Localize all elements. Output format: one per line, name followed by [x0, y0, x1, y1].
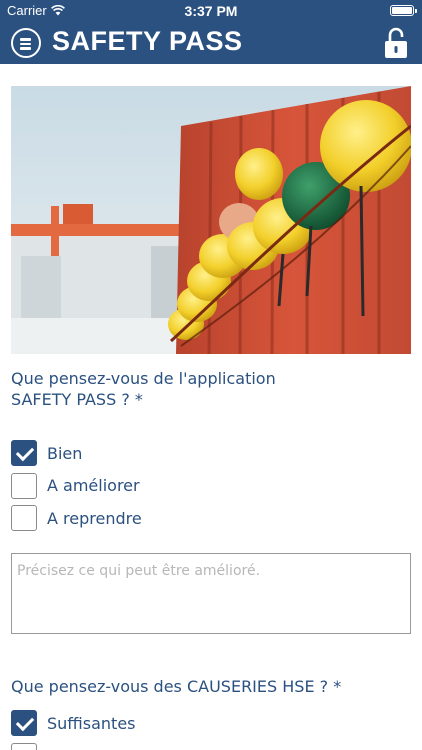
checkbox-icon[interactable] [11, 472, 37, 499]
checkbox-checked-icon[interactable] [11, 440, 37, 466]
unlock-icon[interactable] [384, 27, 408, 59]
option-label: A améliorer [47, 476, 140, 495]
question-causeries-hse: Que pensez-vous des CAUSERIES HSE ? * [11, 677, 342, 696]
clock: 3:37 PM [184, 3, 238, 19]
option-label: Suffisantes [47, 713, 136, 733]
battery-icon [390, 5, 417, 16]
menu-button[interactable] [11, 28, 41, 58]
option-a-ameliorer[interactable]: A améliorer [11, 472, 142, 499]
hero-image [11, 86, 411, 354]
checkbox-checked-icon[interactable] [11, 710, 37, 736]
improvement-comment-field[interactable] [11, 553, 411, 634]
causeries-options: Suffisantes [11, 710, 136, 750]
option-second[interactable] [11, 742, 136, 750]
header-bar: Carrier 3:37 PM SAFETY PASS [0, 0, 422, 64]
option-suffisantes[interactable]: Suffisantes [11, 710, 136, 736]
checkbox-icon[interactable] [11, 505, 37, 531]
option-label: A reprendre [47, 508, 142, 528]
option-bien[interactable]: Bien [11, 440, 142, 466]
checkbox-icon[interactable] [11, 742, 37, 750]
hamburger-menu-icon [20, 38, 31, 41]
option-a-reprendre[interactable]: A reprendre [11, 505, 142, 531]
app-rating-options: Bien A améliorer A reprendre [11, 440, 142, 538]
app-title: SAFETY PASS [52, 26, 243, 56]
status-bar: Carrier 3:37 PM [0, 0, 422, 22]
option-label: Bien [47, 443, 83, 463]
question-app-rating: Que pensez-vous de l'application SAFETY … [11, 369, 276, 409]
